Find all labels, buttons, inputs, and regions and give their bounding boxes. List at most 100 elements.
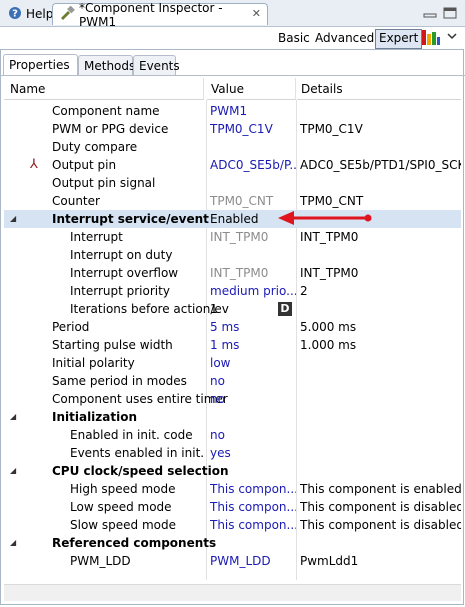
table-row[interactable]: Interrupt priority medium prio... 2 [4,282,461,300]
table-row[interactable]: Iterations before action/ev 1 D [4,300,461,318]
tab-events[interactable]: Events [133,55,180,76]
annotation-arrow-icon [276,208,374,228]
row-value[interactable]: medium prio... [210,282,296,300]
horizontal-scrollbar[interactable] [4,584,461,601]
row-details: This component is disabled [300,500,461,514]
row-details: PwmLdd1 [300,554,359,568]
row-value[interactable]: TPM0_C1V [210,120,296,138]
row-value[interactable]: no [210,390,296,408]
row-value[interactable] [210,138,296,156]
row-value[interactable] [210,246,296,264]
row-details [300,300,461,318]
row-details: TPM0_C1V [300,122,363,136]
row-details [300,462,461,480]
table-row[interactable]: Events enabled in init. yes [4,444,461,462]
tab-help-label: Help [26,7,54,21]
row-details: 1.000 ms [300,338,357,352]
table-row[interactable]: Period 5 ms 5.000 ms [4,318,461,336]
table-row[interactable]: Counter TPM0_CNT TPM0_CNT [4,192,461,210]
expert-mode-button[interactable]: Expert [375,29,423,49]
column-header-name[interactable]: Name [4,78,204,100]
properties-table: Name Value Details Component name PWM1 P… [4,78,461,598]
tab-component-inspector-label: *Component Inspector - PWM1 [79,0,223,29]
row-value[interactable]: 1 ms [210,336,296,354]
table-row[interactable]: Output pin signal [4,174,461,192]
row-details: 5.000 ms [300,320,357,334]
table-row[interactable]: PWM_LDD PWM_LDD PwmLdd1 [4,552,461,570]
minimize-icon[interactable] [422,6,438,20]
tab-divider [0,75,465,76]
mode-toolbar: Basic Advanced Expert [0,27,465,49]
column-header-details[interactable]: Details [297,78,461,100]
bar-chart-icon[interactable] [421,28,441,46]
row-details [300,102,461,120]
inspector-tabs: Properties Methods Events [0,52,465,76]
basic-mode-button[interactable]: Basic [276,29,312,47]
table-row[interactable]: High speed mode This compon... This comp… [4,480,461,498]
table-row-selected[interactable]: ◢ Interrupt service/event Enabled [4,210,461,228]
row-details: 2 [300,284,308,298]
advanced-mode-button[interactable]: Advanced [313,29,376,47]
row-details [300,408,461,426]
row-value[interactable]: 5 ms [210,318,296,336]
row-details [300,372,461,390]
table-row[interactable]: ◢ CPU clock/speed selection [4,462,461,480]
row-value[interactable]: This compon... [210,516,296,534]
row-value[interactable]: This compon... [210,498,296,516]
maximize-icon[interactable] [442,6,458,20]
row-value[interactable]: INT_TPM0 [210,228,296,246]
column-header-value[interactable]: Value [207,78,296,100]
row-details [300,174,461,192]
table-row[interactable]: Duty compare [4,138,461,156]
table-row[interactable]: Interrupt on duty [4,246,461,264]
svg-text:?: ? [12,8,18,19]
view-tab-bar: ? Help *Component Inspector - PWM1 ✕ [0,0,465,29]
row-details [300,444,461,462]
row-value[interactable]: no [210,372,296,390]
row-value[interactable]: PWM_LDD [210,552,296,570]
component-inspector-icon [59,5,75,23]
row-value[interactable] [210,174,296,192]
table-row[interactable]: ◢ Initialization [4,408,461,426]
row-details [300,138,461,156]
table-row[interactable]: Interrupt INT_TPM0 INT_TPM0 [4,228,461,246]
row-value[interactable]: This compon... [210,480,296,498]
row-value[interactable]: PWM1 [210,102,296,120]
table-row[interactable]: Same period in modes no [4,372,461,390]
row-details [300,390,461,408]
table-row[interactable]: Component uses entire timer no [4,390,461,408]
view-menu-icon[interactable] [446,29,458,45]
row-details: This component is disabled [300,518,461,532]
row-value[interactable]: no [210,426,296,444]
table-row[interactable]: Starting pulse width 1 ms 1.000 ms [4,336,461,354]
table-row[interactable]: Low speed mode This compon... This compo… [4,498,461,516]
table-row[interactable]: ◢ Referenced components [4,534,461,552]
help-icon: ? [8,6,22,23]
row-value[interactable] [210,408,296,426]
row-details [300,354,461,372]
table-row[interactable]: Interrupt overflow INT_TPM0 INT_TPM0 [4,264,461,282]
row-details [300,246,461,264]
tab-help[interactable]: ? Help [2,3,54,25]
table-row[interactable]: ⅄ Output pin ADC0_SE5b/P... ADC0_SE5b/PT… [4,156,461,174]
row-value[interactable]: low [210,354,296,372]
table-row[interactable]: Enabled in init. code no [4,426,461,444]
table-row[interactable]: Component name PWM1 [4,102,461,120]
row-details: INT_TPM0 [300,266,359,280]
row-value[interactable]: 1 [210,300,270,318]
close-icon[interactable]: ✕ [252,7,261,20]
table-row[interactable]: Slow speed mode This compon... This comp… [4,516,461,534]
table-row[interactable]: Initial polarity low [4,354,461,372]
row-details: ADC0_SE5b/PTD1/SPI0_SCK/ [300,158,461,172]
row-value[interactable]: yes [210,444,296,462]
table-row[interactable]: PWM or PPG device TPM0_C1V TPM0_C1V [4,120,461,138]
tab-methods[interactable]: Methods [78,55,135,76]
row-value[interactable] [210,534,296,552]
row-value[interactable] [210,462,296,480]
row-value[interactable]: INT_TPM0 [210,264,296,282]
d-button[interactable]: D [278,302,292,316]
row-value[interactable]: ADC0_SE5b/P... [210,156,296,174]
row-details: This component is enabled [300,482,461,496]
tab-component-inspector[interactable]: *Component Inspector - PWM1 ✕ [52,1,268,29]
tab-properties[interactable]: Properties [3,54,78,76]
